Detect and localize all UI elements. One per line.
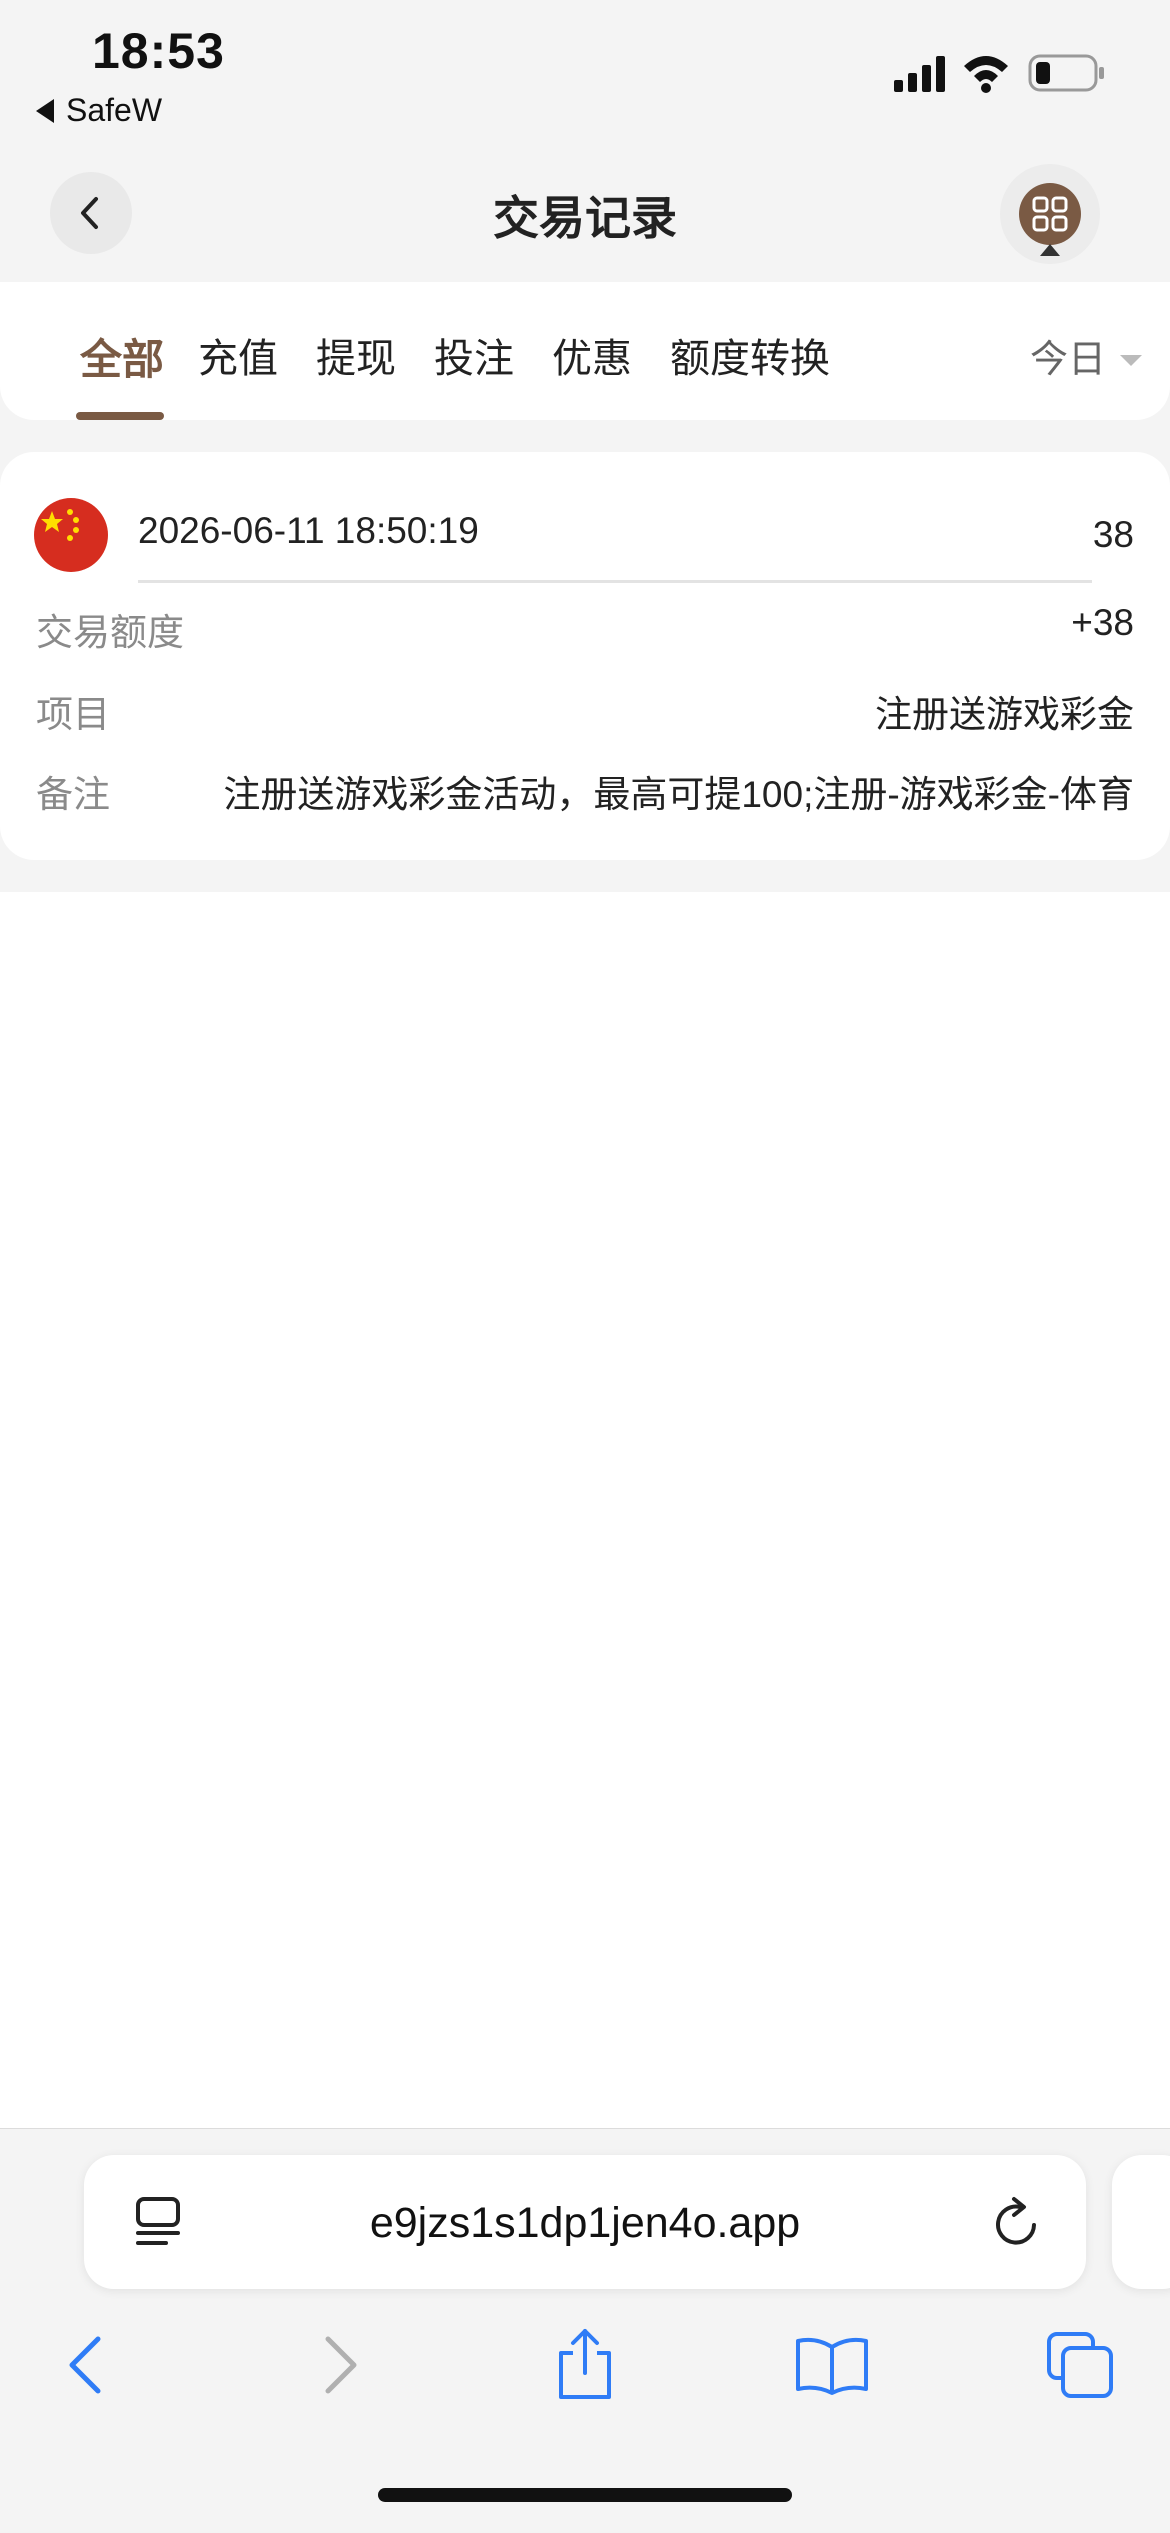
chevron-down-icon bbox=[1120, 355, 1143, 366]
menu-button-inner bbox=[1019, 183, 1081, 245]
forward-nav-button[interactable] bbox=[300, 2325, 380, 2405]
tab-promo[interactable]: 优惠 bbox=[552, 326, 632, 384]
date-filter-dropdown[interactable]: 今日 bbox=[1030, 328, 1143, 383]
tab-all[interactable]: 全部 bbox=[80, 326, 164, 387]
back-to-app-link[interactable]: SafeW bbox=[36, 92, 162, 129]
transaction-card: 2026-06-11 18:50:19 38 交易额度 +38 项目 注册送游戏… bbox=[0, 452, 1170, 860]
browser-toolbar: e9jzs1s1dp1jen4o.app bbox=[0, 2128, 1170, 2533]
tabs-bar: 全部 充值 提现 投注 优惠 额度转换 今日 bbox=[0, 282, 1170, 420]
tabs-icon bbox=[1047, 2332, 1113, 2398]
date-filter-label: 今日 bbox=[1030, 339, 1107, 381]
item-label: 项目 bbox=[36, 694, 110, 735]
china-flag-icon bbox=[34, 498, 108, 572]
bookmarks-button[interactable] bbox=[792, 2325, 872, 2405]
signal-wifi-battery-icons bbox=[894, 54, 1104, 93]
back-app-label: SafeW bbox=[66, 92, 163, 128]
status-time: 18:53 bbox=[92, 23, 225, 79]
transaction-time: 2026-06-11 18:50:19 bbox=[138, 510, 479, 551]
amount-value: +38 bbox=[1071, 602, 1134, 643]
active-tab-indicator bbox=[76, 412, 164, 420]
next-tab-peek[interactable] bbox=[1112, 2155, 1170, 2289]
url-text: e9jzs1s1dp1jen4o.app bbox=[369, 2199, 801, 2247]
note-label: 备注 bbox=[36, 774, 110, 815]
transaction-amount: 38 bbox=[1092, 514, 1134, 555]
signal-icon bbox=[894, 56, 945, 92]
back-icon bbox=[69, 2336, 101, 2394]
forward-icon bbox=[325, 2336, 357, 2394]
back-triangle-icon bbox=[36, 99, 54, 123]
tab-bet[interactable]: 投注 bbox=[434, 326, 514, 384]
note-value: 注册送游戏彩金活动，最高可提100;注册-游戏彩金-体育 bbox=[223, 774, 1134, 815]
menu-caret-icon bbox=[1040, 244, 1060, 256]
status-icons bbox=[894, 50, 1114, 100]
page-header: 交易记录 bbox=[0, 140, 1170, 282]
tab-deposit[interactable]: 充值 bbox=[198, 326, 278, 384]
address-bar[interactable]: e9jzs1s1dp1jen4o.app bbox=[84, 2155, 1086, 2289]
home-indicator[interactable] bbox=[378, 2488, 792, 2502]
reload-icon[interactable] bbox=[990, 2193, 1046, 2258]
bookmarks-icon bbox=[796, 2337, 868, 2395]
amount-label: 交易额度 bbox=[36, 612, 184, 653]
grid-menu-icon bbox=[1032, 196, 1068, 232]
tabs-button[interactable] bbox=[1040, 2325, 1120, 2405]
back-nav-button[interactable] bbox=[46, 2325, 126, 2405]
share-icon bbox=[559, 2329, 611, 2399]
tabs-section: 全部 充值 提现 投注 优惠 额度转换 今日 bbox=[0, 282, 1170, 422]
wifi-icon bbox=[964, 56, 1008, 93]
tab-transfer[interactable]: 额度转换 bbox=[670, 326, 830, 384]
battery-icon bbox=[1028, 54, 1104, 92]
page-title: 交易记录 bbox=[493, 192, 677, 244]
item-value: 注册送游戏彩金 bbox=[875, 694, 1134, 735]
share-button[interactable] bbox=[545, 2325, 625, 2405]
tab-withdraw[interactable]: 提现 bbox=[316, 326, 396, 384]
status-bar: 18:53 SafeW bbox=[0, 0, 1170, 140]
divider bbox=[138, 580, 1092, 583]
